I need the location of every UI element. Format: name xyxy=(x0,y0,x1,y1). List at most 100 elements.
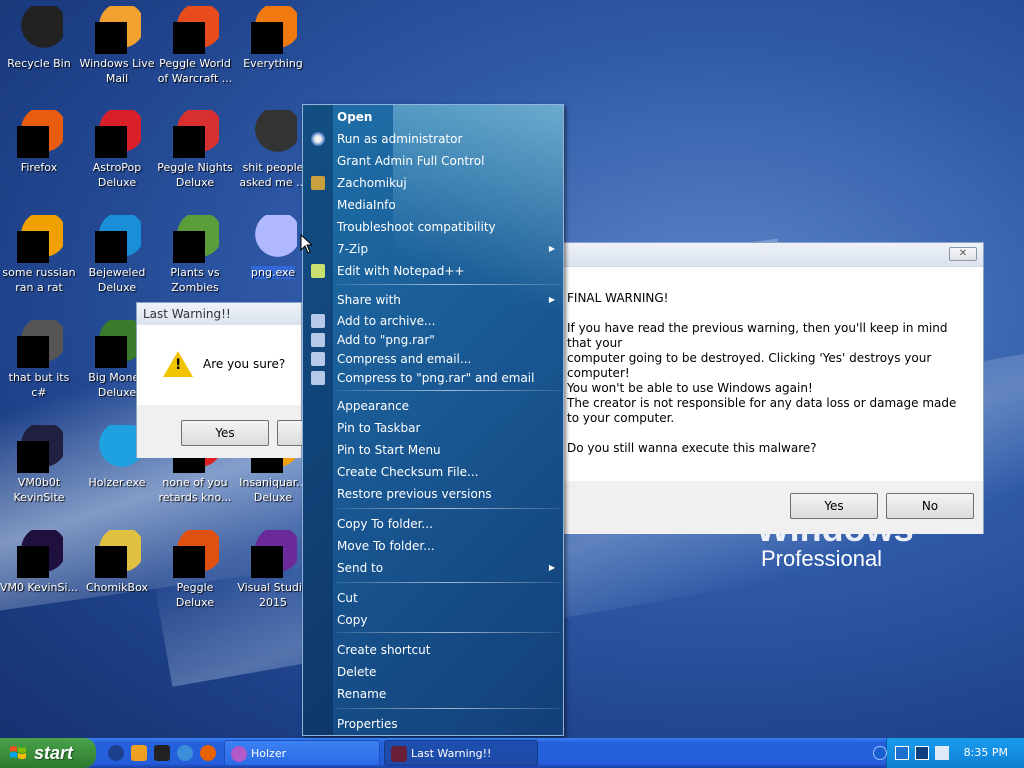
menu-item[interactable]: Grant Admin Full Control xyxy=(337,151,559,171)
desktop-icon[interactable]: Everything xyxy=(234,6,312,71)
quicklaunch-ie-icon[interactable] xyxy=(177,745,193,761)
yes-button[interactable]: Yes xyxy=(181,420,269,446)
quicklaunch-box-icon[interactable] xyxy=(154,745,170,761)
task-holzer[interactable]: Holzer xyxy=(224,740,380,766)
start-button[interactable]: start xyxy=(0,738,96,768)
menu-item[interactable]: Compress and email... xyxy=(337,349,559,369)
menu-item[interactable]: Compress to "png.rar" and email xyxy=(337,368,559,388)
menu-item-label: Move To folder... xyxy=(337,539,435,553)
menu-item[interactable]: Add to "png.rar" xyxy=(337,330,559,350)
desktop-icon-image xyxy=(15,110,63,158)
menu-item[interactable]: Copy xyxy=(337,610,559,630)
desktop-icon[interactable]: VM0b0t KevinSite xyxy=(0,425,78,505)
quicklaunch-firefox-icon[interactable] xyxy=(200,745,216,761)
censor-box xyxy=(17,546,49,578)
menu-item-label: Pin to Start Menu xyxy=(337,443,441,457)
no-button[interactable]: No xyxy=(886,493,974,519)
desktop-icon-label: Plants vs Zombies xyxy=(170,266,220,294)
menu-item[interactable]: 7-Zip ▶ xyxy=(337,239,559,259)
censor-box xyxy=(17,441,49,473)
desktop-icon-image xyxy=(249,530,297,578)
menu-separator xyxy=(337,632,561,633)
desktop-icon[interactable]: Windows Live Mail xyxy=(78,6,156,86)
desktop-icon[interactable]: Bejeweled Deluxe xyxy=(78,215,156,295)
tray-expand-icon[interactable] xyxy=(873,746,887,760)
menu-item-label: 7-Zip xyxy=(337,242,369,256)
menu-item-label: Compress and email... xyxy=(337,352,472,366)
submenu-arrow-icon: ▶ xyxy=(548,244,555,253)
menu-item[interactable]: Properties xyxy=(337,714,559,734)
menu-item[interactable]: Rename xyxy=(337,684,559,704)
menu-item[interactable]: MediaInfo xyxy=(337,195,559,215)
menu-item[interactable]: Delete xyxy=(337,662,559,682)
menu-item-label: Share with xyxy=(337,293,401,307)
desktop-icon[interactable]: AstroPop Deluxe xyxy=(78,110,156,190)
submenu-arrow-icon: ▶ xyxy=(548,563,555,572)
menu-item[interactable]: Open xyxy=(337,107,559,127)
desktop-icon[interactable]: Firefox xyxy=(0,110,78,175)
censor-box xyxy=(251,546,283,578)
tray-volume-icon[interactable] xyxy=(935,746,949,760)
yes-button[interactable]: Yes xyxy=(790,493,878,519)
desktop-icon[interactable]: Peggle Nights Deluxe xyxy=(156,110,234,190)
menu-item[interactable]: Share with ▶ xyxy=(337,290,559,310)
desktop-icon-image xyxy=(171,215,219,263)
final-warning-dialog: ✕ FINAL WARNING! If you have read the pr… xyxy=(563,242,984,534)
menu-item[interactable]: Pin to Taskbar xyxy=(337,418,559,438)
menu-item[interactable]: Create shortcut xyxy=(337,640,559,660)
menu-item-label: Restore previous versions xyxy=(337,487,492,501)
desktop-icon[interactable]: Plants vs Zombies xyxy=(156,215,234,295)
submenu-arrow-icon: ▶ xyxy=(548,295,555,304)
desktop-icon-image xyxy=(15,530,63,578)
menu-item[interactable]: Appearance xyxy=(337,396,559,416)
archive-icon xyxy=(311,371,325,385)
desktop-icon[interactable]: that but its c# xyxy=(0,320,78,400)
desktop-icon[interactable]: Visual Studio 2015 xyxy=(234,530,312,610)
app-icon xyxy=(231,746,247,762)
menu-item[interactable]: Send to ▶ xyxy=(337,558,559,578)
quicklaunch-media-icon[interactable] xyxy=(108,745,124,761)
menu-item-label: Pin to Taskbar xyxy=(337,421,421,435)
menu-item[interactable]: Restore previous versions xyxy=(337,484,559,504)
archive-icon xyxy=(311,352,325,366)
desktop-icon-label: VM0 KevinSi... xyxy=(0,581,79,594)
desktop-icon[interactable]: Peggle Deluxe xyxy=(156,530,234,610)
menu-item[interactable]: Copy To folder... xyxy=(337,514,559,534)
desktop-icon[interactable]: ChomikBox xyxy=(78,530,156,595)
menu-item[interactable]: Pin to Start Menu xyxy=(337,440,559,460)
menu-item-label: Troubleshoot compatibility xyxy=(337,220,496,234)
menu-item[interactable]: Edit with Notepad++ xyxy=(337,261,559,281)
quicklaunch-folder-icon[interactable] xyxy=(131,745,147,761)
menu-item[interactable]: Cut xyxy=(337,588,559,608)
menu-item[interactable]: Zachomikuj xyxy=(337,173,559,193)
menu-item-label: Properties xyxy=(337,717,398,731)
close-icon[interactable]: ✕ xyxy=(949,247,977,261)
menu-item[interactable]: Create Checksum File... xyxy=(337,462,559,482)
desktop-icon-image xyxy=(15,215,63,263)
desktop-icon-image xyxy=(15,320,63,368)
archive-icon xyxy=(311,333,325,347)
desktop-icon[interactable]: shit people asked me ... xyxy=(234,110,312,190)
desktop-icon[interactable]: Recycle Bin xyxy=(0,6,78,71)
menu-item[interactable]: Add to archive... xyxy=(337,311,559,331)
menu-separator xyxy=(337,582,561,583)
mouse-cursor-icon xyxy=(300,234,312,254)
tray-monitor-icon[interactable] xyxy=(915,746,929,760)
censor-box xyxy=(95,546,127,578)
menu-item-label: Cut xyxy=(337,591,358,605)
tray-network-icon[interactable] xyxy=(895,746,909,760)
censor-box xyxy=(173,126,205,158)
menu-item[interactable]: Move To folder... xyxy=(337,536,559,556)
desktop-icon[interactable]: some russian ran a rat xyxy=(0,215,78,295)
menu-item-label: Grant Admin Full Control xyxy=(337,154,485,168)
menu-item[interactable]: Troubleshoot compatibility xyxy=(337,217,559,237)
censor-box xyxy=(17,126,49,158)
menu-item[interactable]: Run as administrator xyxy=(337,129,559,149)
task-last-warning[interactable]: Last Warning!! xyxy=(384,740,538,766)
desktop-icon-label: Bejeweled Deluxe xyxy=(88,266,146,294)
desktop-icon-image xyxy=(93,215,141,263)
start-label: start xyxy=(34,743,74,763)
desktop-icon[interactable]: Peggle World of Warcraft ... xyxy=(156,6,234,86)
clock[interactable]: 8:35 PM xyxy=(964,738,1008,768)
desktop-icon[interactable]: VM0 KevinSi... xyxy=(0,530,78,595)
